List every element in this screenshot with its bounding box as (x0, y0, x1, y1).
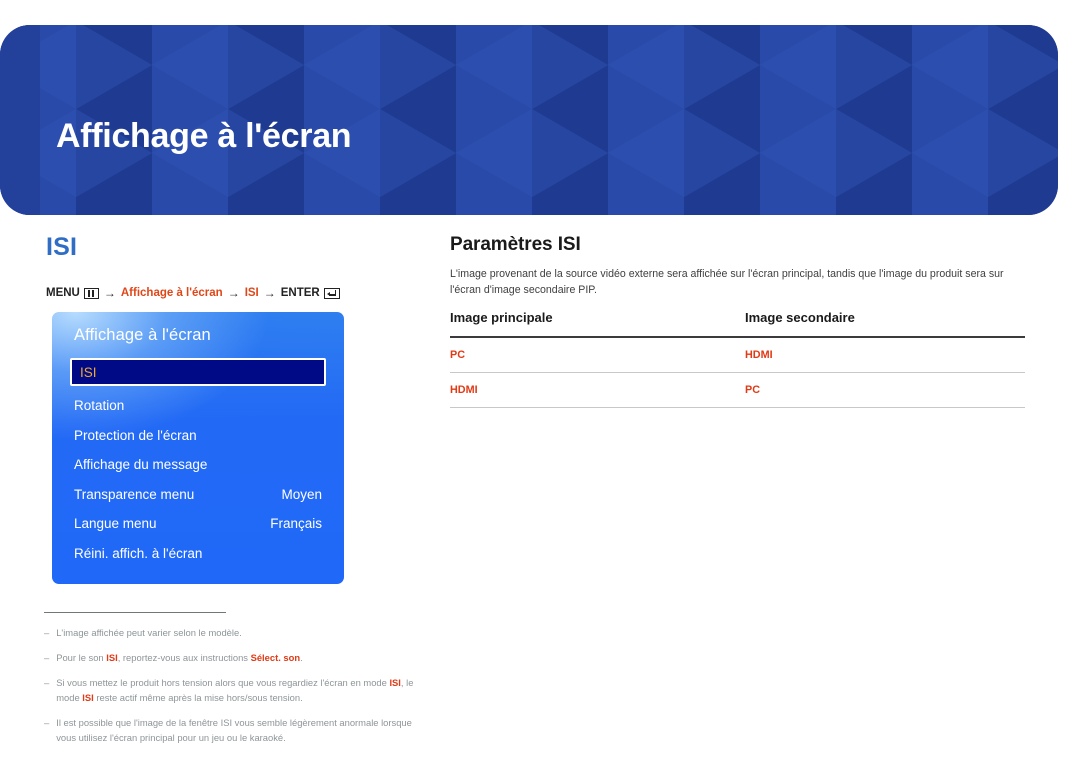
breadcrumb-menu-path: MENU → Affichage à l'écran → ISI → ENTER (46, 286, 340, 300)
osd-panel-title: Affichage à l'écran (74, 326, 211, 344)
footnote-run: reste actif même après la mise hors/sous… (93, 692, 303, 703)
footnote-text: Pour le son ISI, reportez-vous aux instr… (56, 650, 434, 665)
table-cell-main-source: HDMI (450, 372, 745, 408)
table-head: Image principale Image secondaire (450, 310, 1025, 338)
footnote-dash: – (44, 652, 50, 663)
breadcrumb-menu-label: MENU (46, 287, 80, 299)
table-header-image-principale: Image principale (450, 310, 745, 338)
osd-item-affichage-message[interactable]: Affichage du message (52, 450, 344, 480)
breadcrumb-arrow-3: → (263, 286, 276, 300)
footnotes: – L'image affichée peut varier selon le … (44, 612, 434, 755)
osd-item-label: Protection de l'écran (74, 427, 197, 443)
osd-menu-list: ISI Rotation Protection de l'écran Affic… (52, 358, 344, 568)
section-title: ISI (46, 233, 78, 261)
footnote-highlight: ISI (389, 677, 401, 688)
footnote-item: – Si vous mettez le produit hors tension… (44, 675, 434, 705)
osd-item-reinit-affichage[interactable]: Réini. affich. à l'écran (52, 539, 344, 569)
osd-menu-panel: Affichage à l'écran ISI Rotation Protect… (52, 312, 344, 584)
table-row: HDMI PC (450, 372, 1025, 408)
table-cell-sub-source: HDMI (745, 337, 1025, 373)
footnote-dash: – (44, 627, 50, 638)
banner-left-edge-fill (0, 25, 40, 215)
osd-item-label: Langue menu (74, 516, 157, 532)
right-panel-title: Paramètres ISI (450, 234, 581, 255)
table-body: PC HDMI HDMI PC (450, 337, 1025, 408)
osd-item-isi[interactable]: ISI (70, 358, 326, 386)
osd-item-transparence-menu[interactable]: Transparence menu Moyen (52, 480, 344, 510)
footnote-text: L'image affichée peut varier selon le mo… (56, 625, 434, 640)
breadcrumb-step-1: Affichage à l'écran (120, 287, 223, 299)
breadcrumb-enter-label: ENTER (280, 287, 320, 299)
footnote-highlight: Sélect. son (250, 652, 301, 663)
footnote-text: Si vous mettez le produit hors tension a… (56, 675, 434, 705)
isi-source-table: Image principale Image secondaire PC HDM… (450, 310, 1025, 408)
table-header-image-secondaire: Image secondaire (745, 310, 1025, 338)
footnote-run: Pour le son (56, 652, 107, 663)
table-header-row: Image principale Image secondaire (450, 310, 1025, 338)
footnote-run: Il est possible que l'image de la fenêtr… (56, 717, 412, 743)
footnote-highlight: ISI (82, 692, 94, 703)
right-panel-description: L'image provenant de la source vidéo ext… (450, 268, 1004, 296)
footnote-highlight: ISI (106, 652, 118, 663)
footnote-dash: – (44, 717, 50, 728)
page-header-banner: Affichage à l'écran (0, 25, 1058, 215)
menu-grid-icon (83, 287, 99, 299)
osd-item-label: Réini. affich. à l'écran (74, 545, 203, 561)
table-cell-sub-source: PC (745, 372, 1025, 408)
table-cell-main-source: PC (450, 337, 745, 373)
breadcrumb-arrow-2: → (227, 286, 240, 300)
osd-item-label: Transparence menu (74, 486, 195, 502)
footnote-item: – Pour le son ISI, reportez-vous aux ins… (44, 650, 434, 665)
osd-item-rotation[interactable]: Rotation (52, 391, 344, 421)
osd-item-protection-ecran[interactable]: Protection de l'écran (52, 421, 344, 451)
footnote-text: Il est possible que l'image de la fenêtr… (56, 715, 434, 745)
footnote-run: . (300, 652, 303, 663)
breadcrumb-arrow-1: → (103, 286, 116, 300)
osd-item-langue-menu[interactable]: Langue menu Français (52, 509, 344, 539)
footnote-dash: – (44, 677, 50, 688)
osd-item-value: Moyen (281, 486, 322, 502)
footnote-run: , reportez-vous aux instructions (117, 652, 251, 663)
footnote-run: L'image affichée peut varier selon le mo… (56, 627, 242, 638)
footnotes-divider (44, 612, 226, 613)
footnote-item: – L'image affichée peut varier selon le … (44, 625, 434, 640)
osd-item-label: Affichage du message (74, 457, 208, 473)
breadcrumb-step-2: ISI (244, 287, 259, 299)
table-row: PC HDMI (450, 337, 1025, 373)
page-root: Affichage à l'écran ISI MENU → Affichage… (0, 0, 1080, 763)
footnote-run: Si vous mettez le produit hors tension a… (56, 677, 390, 688)
page-title: Affichage à l'écran (56, 117, 352, 155)
osd-item-value: Français (270, 516, 322, 532)
osd-item-label: ISI (80, 364, 97, 380)
footnote-item: – Il est possible que l'image de la fenê… (44, 715, 434, 745)
osd-item-label: Rotation (74, 398, 125, 414)
enter-key-icon (323, 287, 340, 299)
